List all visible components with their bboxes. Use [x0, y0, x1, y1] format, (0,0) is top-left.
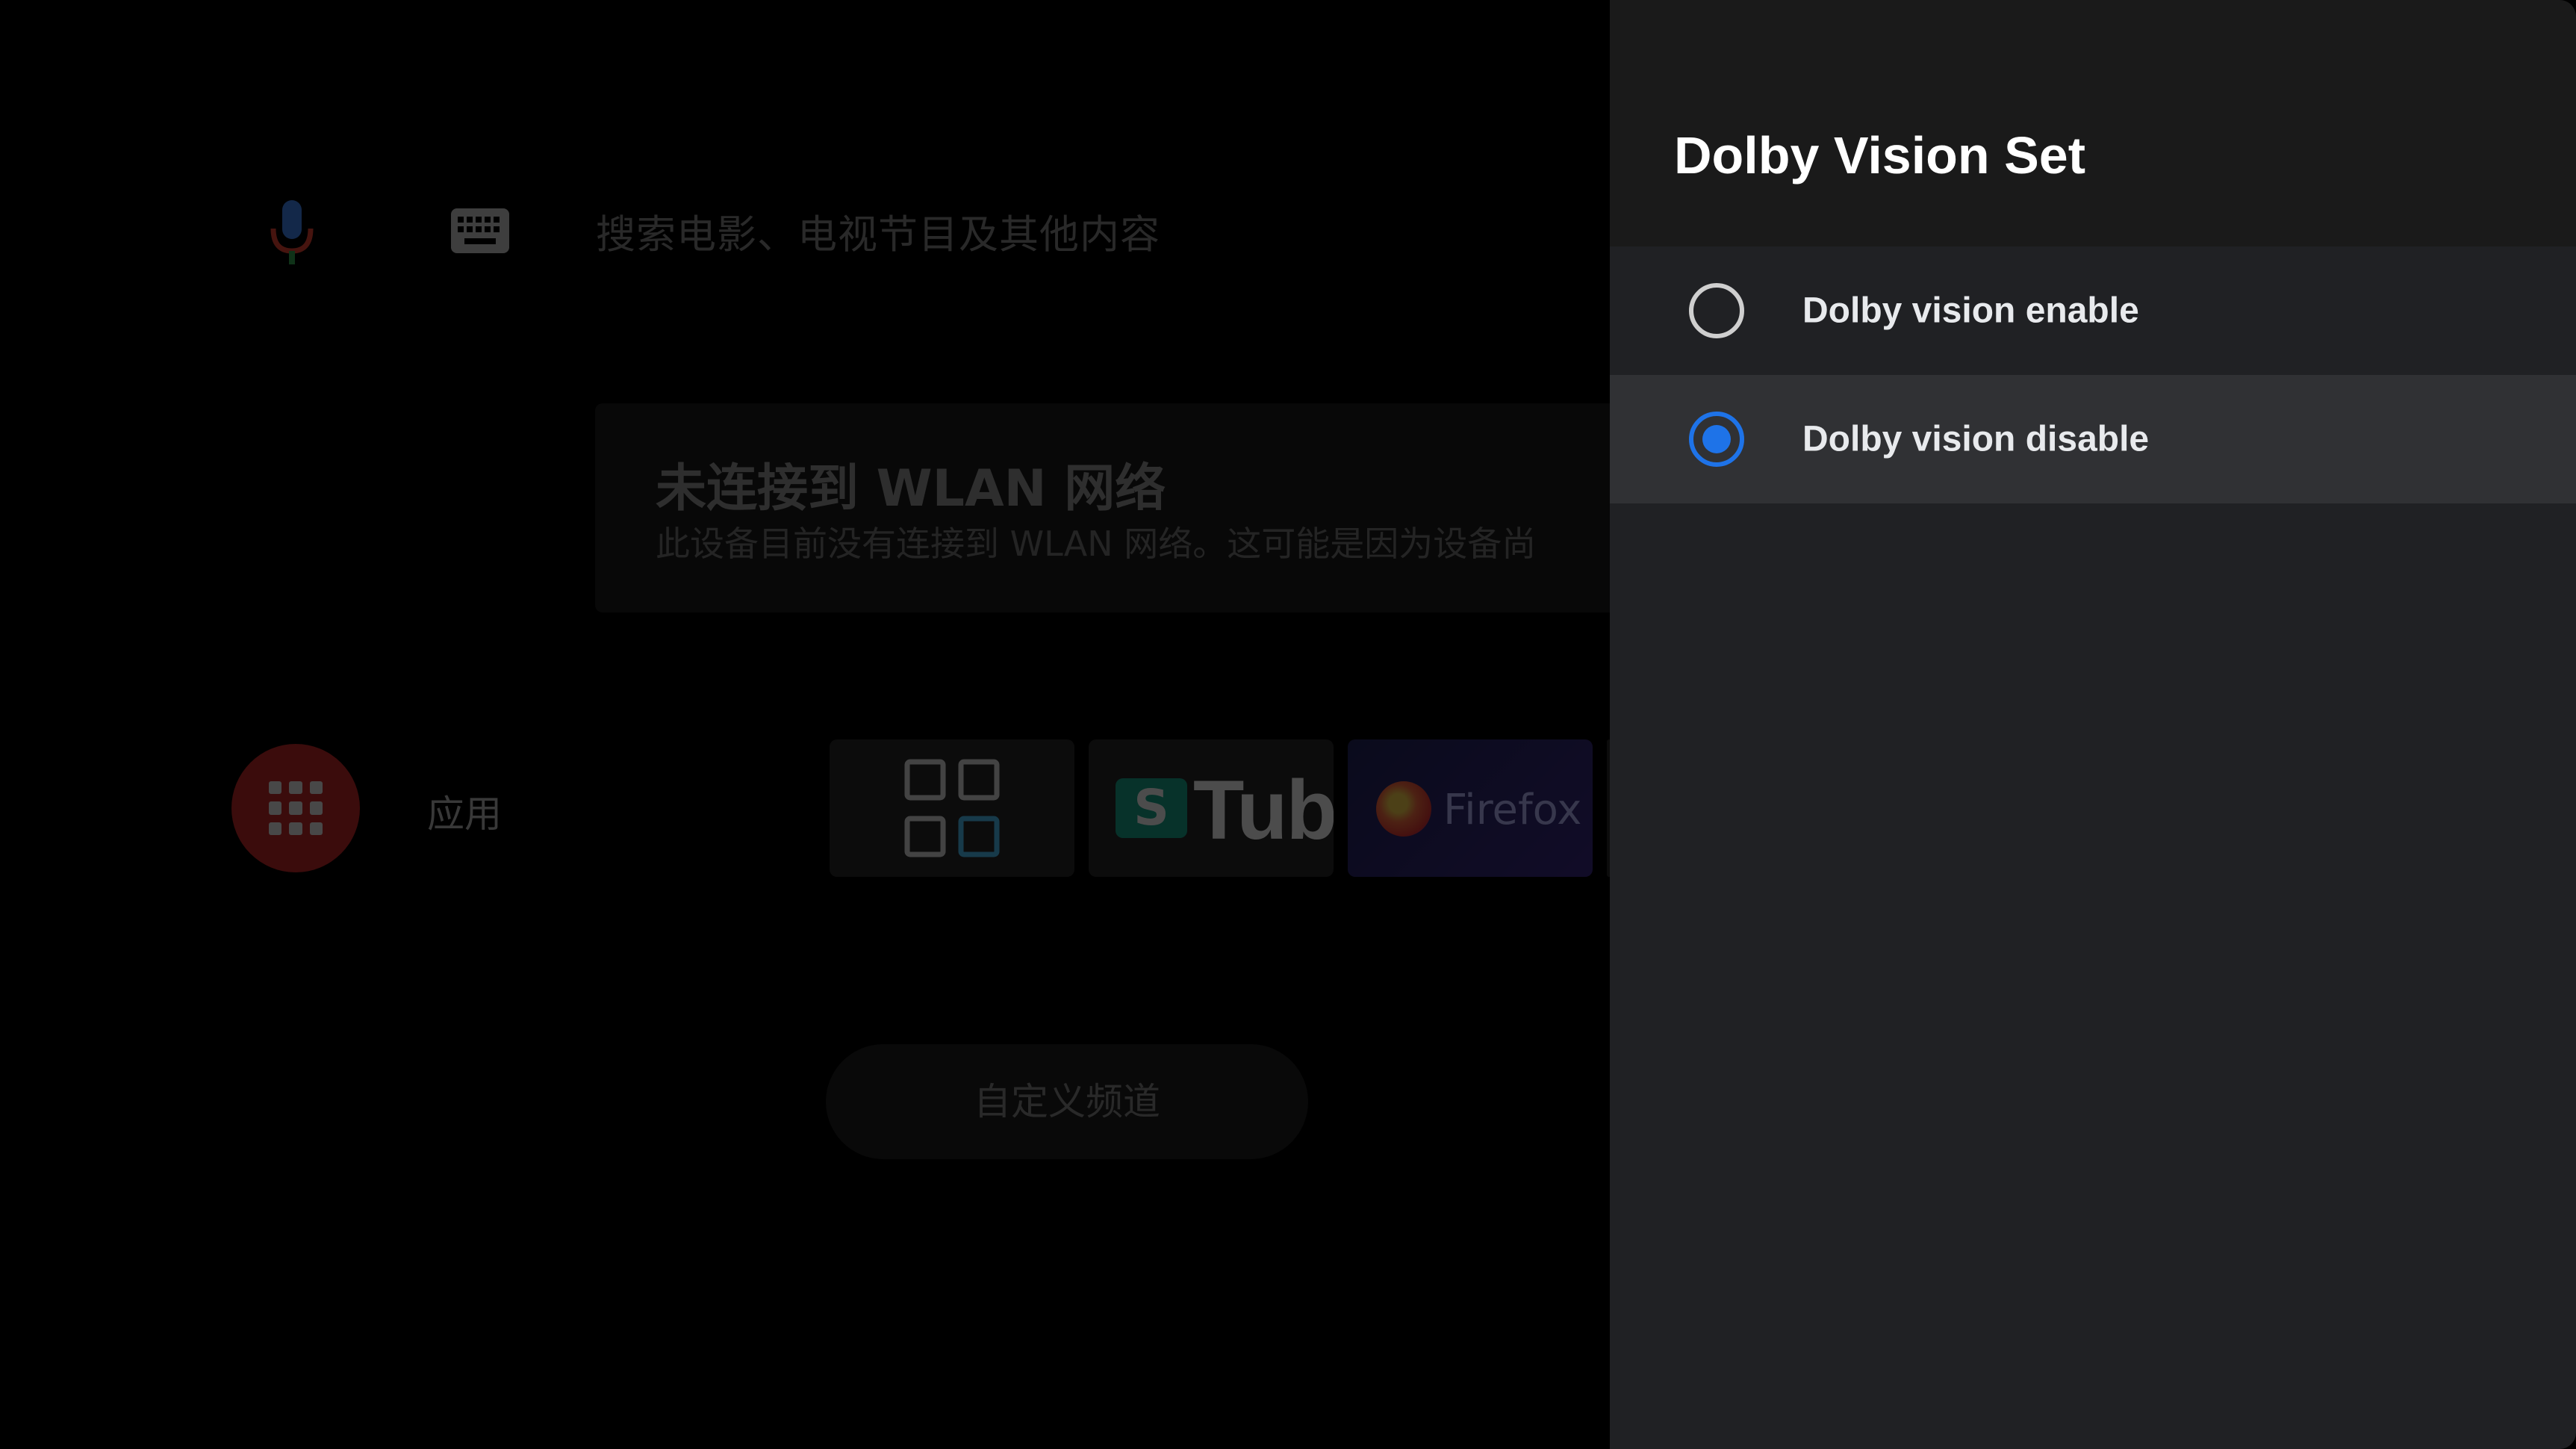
youtube-badge: S — [1116, 778, 1187, 838]
app-tile-youtube[interactable]: S Tube — [1089, 739, 1334, 877]
tv-screen: 搜索电影、电视节目及其他内容 未连接到 WLAN 网络 此设备目前没有连接到 W… — [0, 0, 2576, 1449]
radio-button-icon[interactable] — [1689, 283, 1744, 338]
option-label: Dolby vision enable — [1802, 291, 2139, 331]
launcher-background: 搜索电影、电视节目及其他内容 未连接到 WLAN 网络 此设备目前没有连接到 W… — [0, 0, 1715, 1449]
keyboard-icon[interactable] — [451, 208, 509, 253]
custom-channel-button[interactable]: 自定义频道 — [826, 1044, 1308, 1159]
app-tile-grid[interactable] — [830, 739, 1074, 877]
option-dolby-vision-disable[interactable]: Dolby vision disable — [1610, 375, 2576, 503]
custom-channel-label: 自定义频道 — [974, 1080, 1160, 1123]
dolby-vision-panel: Dolby Vision Set Dolby vision enable Dol… — [1610, 0, 2576, 1449]
app-grid-icon — [904, 759, 1000, 857]
mic-icon[interactable] — [267, 199, 317, 267]
search-hint[interactable]: 搜索电影、电视节目及其他内容 — [596, 203, 1160, 260]
option-label: Dolby vision disable — [1802, 419, 2150, 459]
apps-grid-icon — [269, 781, 323, 835]
youtube-wordmark: Tube — [1193, 763, 1334, 857]
firefox-wordmark: Firefox — [1443, 786, 1582, 834]
radio-button-icon[interactable] — [1689, 412, 1744, 467]
wifi-notice-description: 此设备目前没有连接到 WLAN 网络。这可能是因为设备尚 — [656, 524, 1537, 564]
panel-title: Dolby Vision Set — [1674, 126, 2086, 184]
panel-header: Dolby Vision Set — [1610, 0, 2576, 246]
app-tile-firefox[interactable]: Firefox — [1348, 739, 1593, 877]
firefox-logo-icon — [1376, 781, 1431, 837]
apps-label: 应用 — [427, 792, 502, 836]
apps-button[interactable] — [231, 744, 360, 872]
option-dolby-vision-enable[interactable]: Dolby vision enable — [1610, 246, 2576, 375]
wifi-notice-title: 未连接到 WLAN 网络 — [656, 459, 1166, 518]
